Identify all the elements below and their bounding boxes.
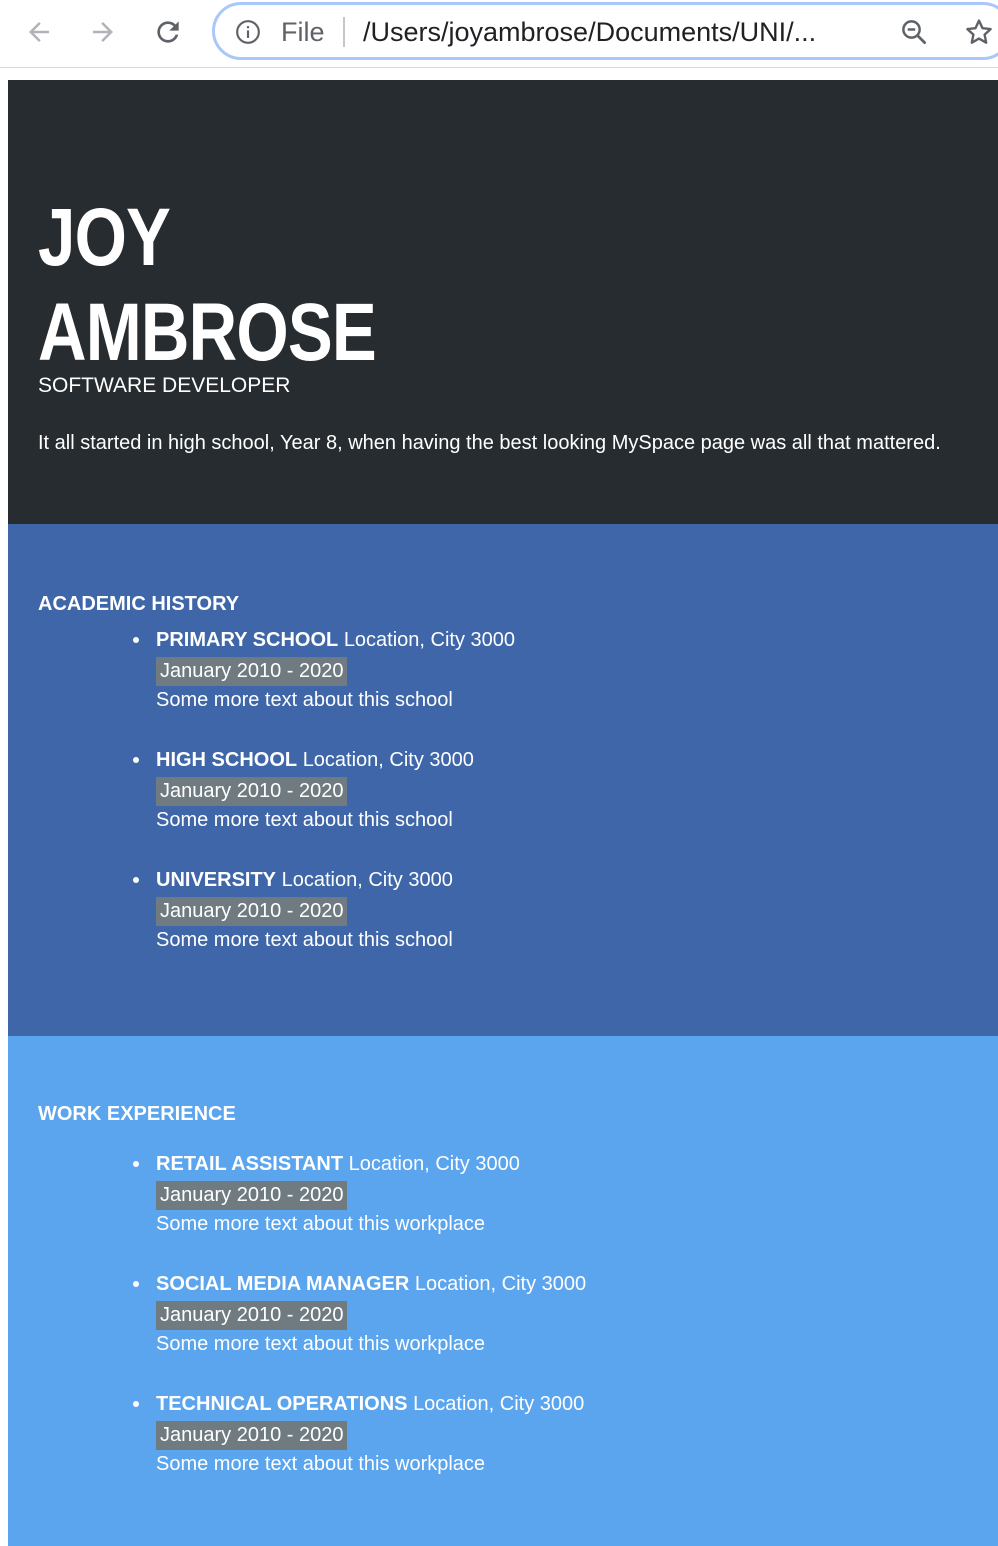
date-badge: January 2010 - 2020: [156, 1421, 348, 1450]
date-badge: January 2010 - 2020: [156, 777, 348, 806]
date-badge: January 2010 - 2020: [156, 897, 348, 926]
zoom-out-icon[interactable]: [899, 17, 929, 47]
last-name: AMBROSE: [38, 287, 377, 378]
reload-icon: [157, 21, 179, 43]
arrow-left-icon: [29, 22, 49, 42]
work-experience-section: WORK EXPERIENCE RETAIL ASSISTANT Locatio…: [8, 1036, 998, 1546]
entry-location: Location, City 3000: [302, 749, 474, 771]
entry-location: Location, City 3000: [343, 629, 516, 651]
list-item: RETAIL ASSISTANT Location, City 3000 Jan…: [132, 1150, 586, 1270]
bio-text: It all started in high school, Year 8, w…: [38, 432, 941, 454]
list-item: UNIVERSITY Location, City 3000 January 2…: [132, 866, 515, 986]
header-section: JOY AMBROSE SOFTWARE DEVELOPER It all st…: [8, 80, 998, 524]
academic-list: PRIMARY SCHOOL Location, City 3000 Janua…: [132, 626, 516, 986]
address-bar[interactable]: File /Users/joyambrose/Documents/UNI/...: [212, 2, 998, 60]
entry-description: Some more text about this school: [156, 809, 453, 831]
entry-name: RETAIL ASSISTANT: [156, 1153, 344, 1175]
academic-history-section: ACADEMIC HISTORY PRIMARY SCHOOL Location…: [8, 524, 998, 1036]
full-name: JOY AMBROSE: [38, 190, 801, 380]
list-item: HIGH SCHOOL Location, City 3000 January …: [132, 746, 515, 866]
entry-name: SOCIAL MEDIA MANAGER: [156, 1273, 410, 1295]
entry-description: Some more text about this workplace: [156, 1333, 486, 1355]
entry-description: Some more text about this workplace: [156, 1453, 486, 1475]
reload-button[interactable]: [148, 12, 188, 52]
address-scheme: File: [281, 17, 325, 47]
entry-name: TECHNICAL OPERATIONS: [156, 1393, 408, 1415]
arrow-right-icon: [93, 22, 113, 42]
date-badge: January 2010 - 2020: [156, 1181, 348, 1210]
date-badge: January 2010 - 2020: [156, 1301, 348, 1330]
job-title: SOFTWARE DEVELOPER: [38, 374, 291, 397]
entry-description: Some more text about this school: [156, 689, 453, 711]
entry-description: Some more text about this school: [156, 929, 453, 951]
entry-name: HIGH SCHOOL: [156, 749, 298, 771]
entry-name: PRIMARY SCHOOL: [156, 629, 339, 651]
entry-name: UNIVERSITY: [156, 869, 277, 891]
academic-history-heading: ACADEMIC HISTORY: [38, 593, 240, 615]
entry-location: Location, City 3000: [413, 1393, 585, 1415]
forward-button[interactable]: [83, 12, 123, 52]
entry-location: Location, City 3000: [414, 1273, 587, 1295]
date-badge: January 2010 - 2020: [156, 657, 348, 686]
address-separator: [343, 17, 345, 47]
bookmark-star-icon[interactable]: [963, 16, 995, 48]
list-item: PRIMARY SCHOOL Location, City 3000 Janua…: [132, 626, 516, 746]
entry-location: Location, City 3000: [281, 869, 453, 891]
work-list: RETAIL ASSISTANT Location, City 3000 Jan…: [132, 1150, 587, 1510]
resume-page: JOY AMBROSE SOFTWARE DEVELOPER It all st…: [8, 80, 998, 1546]
info-icon[interactable]: [235, 19, 261, 45]
entry-description: Some more text about this workplace: [156, 1213, 486, 1235]
list-item: TECHNICAL OPERATIONS Location, City 3000…: [132, 1390, 586, 1510]
back-button[interactable]: [19, 12, 59, 52]
entry-location: Location, City 3000: [348, 1153, 520, 1175]
list-item: SOCIAL MEDIA MANAGER Location, City 3000…: [132, 1270, 587, 1390]
first-name: JOY: [38, 192, 171, 283]
work-experience-heading: WORK EXPERIENCE: [38, 1103, 236, 1125]
browser-toolbar: File /Users/joyambrose/Documents/UNI/...: [0, 0, 998, 68]
address-url[interactable]: /Users/joyambrose/Documents/UNI/...: [363, 15, 816, 49]
